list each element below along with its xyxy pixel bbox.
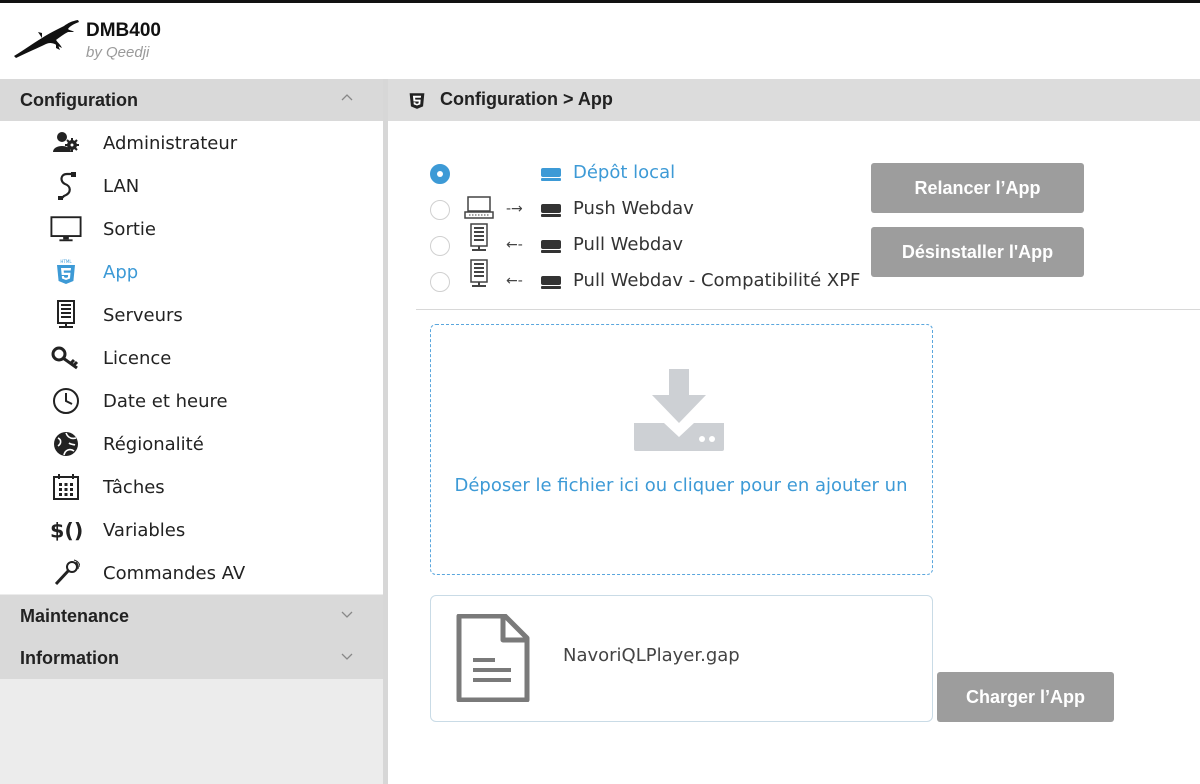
microphone-icon (50, 558, 82, 588)
sidebar-item-commandes-av[interactable]: Commandes AV (0, 552, 383, 594)
sidebar-item-date-et-heure[interactable]: Date et heure (0, 380, 383, 422)
file-dropzone[interactable]: Déposer le fichier ici ou cliquer pour e… (430, 324, 933, 575)
disk-icon (541, 204, 561, 217)
source-option-label: Pull Webdav - Compatibilité XPF (573, 270, 861, 291)
sidebar-item-label: Serveurs (103, 305, 183, 326)
source-option-push-webdav[interactable]: -→ Push Webdav (428, 195, 868, 225)
sidebar-item-label: Licence (103, 348, 172, 369)
calendar-icon (50, 472, 82, 502)
sidebar-item-label: Variables (103, 520, 186, 541)
sidebar-item-label: Sortie (103, 219, 156, 240)
radio-button[interactable] (430, 272, 450, 292)
clock-icon (50, 386, 82, 416)
radio-button[interactable] (430, 236, 450, 256)
sidebar-item-label: Régionalité (103, 434, 204, 455)
sidebar-item-regionalite[interactable]: Régionalité (0, 423, 383, 465)
dropzone-text: Déposer le fichier ici ou cliquer pour e… (454, 475, 908, 496)
sidebar-item-administrateur[interactable]: Administrateur (0, 122, 383, 164)
direction-arrow: ←- (506, 237, 523, 253)
svg-text:$(): $() (50, 519, 82, 543)
app-title: DMB400 (86, 20, 161, 41)
variables-icon: $() (50, 515, 82, 545)
server-icon (470, 223, 488, 251)
chevron-down-icon (341, 611, 353, 618)
sidebar-item-taches[interactable]: Tâches (0, 466, 383, 508)
disk-icon (541, 168, 561, 181)
radio-button[interactable] (430, 200, 450, 220)
sidebar-item-label: Date et heure (103, 391, 228, 412)
sidebar-item-label: App (103, 262, 139, 283)
selected-file-card: NavoriQLPlayer.gap (430, 595, 933, 722)
load-app-button[interactable]: Charger l’App (937, 672, 1114, 722)
sidebar-section-configuration[interactable]: Configuration (0, 79, 383, 121)
disk-icon (541, 240, 561, 253)
section-label: Maintenance (20, 606, 130, 626)
key-icon (50, 343, 82, 373)
app-logo: DMB400 by Qeedji (12, 18, 212, 68)
breadcrumb: Configuration > App (440, 89, 613, 109)
radio-button[interactable] (430, 164, 450, 184)
file-name: NavoriQLPlayer.gap (563, 645, 740, 666)
cable-icon (50, 171, 82, 201)
sidebar-item-label: Tâches (103, 477, 165, 498)
admin-users-icon (50, 128, 82, 158)
source-option-pull-webdav[interactable]: ←- Pull Webdav (428, 223, 868, 261)
app-subtitle: by Qeedji (86, 44, 150, 61)
uninstall-app-button[interactable]: Désinstaller l'App (871, 227, 1084, 277)
server-icon (470, 259, 488, 287)
source-option-label: Push Webdav (573, 198, 694, 219)
sidebar-item-variables[interactable]: $() Variables (0, 509, 383, 551)
html5-icon: HTML (50, 257, 82, 287)
sidebar-section-maintenance[interactable]: Maintenance (0, 595, 383, 637)
lizard-logo-icon (14, 20, 79, 58)
source-option-pull-webdav-xpf[interactable]: ←- Pull Webdav - Compatibilité XPF (428, 259, 868, 297)
page-header: Configuration > App (388, 79, 1200, 121)
sidebar-divider (383, 79, 388, 784)
relaunch-app-button[interactable]: Relancer l’App (871, 163, 1084, 213)
html5-icon (409, 93, 425, 109)
source-option-label: Pull Webdav (573, 234, 684, 255)
sidebar-item-licence[interactable]: Licence (0, 337, 383, 379)
source-option-label: Dépôt local (573, 162, 676, 183)
globe-icon (50, 429, 82, 459)
document-icon (456, 614, 530, 702)
chevron-down-icon (341, 653, 353, 660)
disk-icon (541, 276, 561, 289)
sidebar-item-serveurs[interactable]: Serveurs (0, 294, 383, 336)
download-icon (634, 369, 724, 451)
direction-arrow: -→ (506, 201, 523, 217)
computer-icon (464, 196, 494, 219)
monitor-icon (50, 214, 82, 244)
svg-text:HTML: HTML (60, 259, 72, 264)
section-divider (416, 309, 1200, 310)
configuration-menu: Administrateur LAN Sortie HTML App Serve… (0, 121, 383, 594)
sidebar-item-lan[interactable]: LAN (0, 165, 383, 207)
sidebar-item-label: LAN (103, 176, 140, 197)
sidebar-item-label: Administrateur (103, 133, 238, 154)
source-option-depot-local[interactable]: Dépôt local (428, 159, 868, 189)
sidebar-item-sortie[interactable]: Sortie (0, 208, 383, 250)
server-icon (50, 300, 82, 330)
direction-arrow: ←- (506, 273, 523, 289)
section-label: Information (20, 648, 119, 668)
chevron-up-icon (341, 94, 353, 101)
sidebar-section-information[interactable]: Information (0, 637, 383, 679)
sidebar-item-app[interactable]: HTML App (0, 251, 383, 293)
sidebar-item-label: Commandes AV (103, 563, 246, 584)
window-top-border (0, 0, 1200, 3)
section-label: Configuration (20, 90, 138, 110)
